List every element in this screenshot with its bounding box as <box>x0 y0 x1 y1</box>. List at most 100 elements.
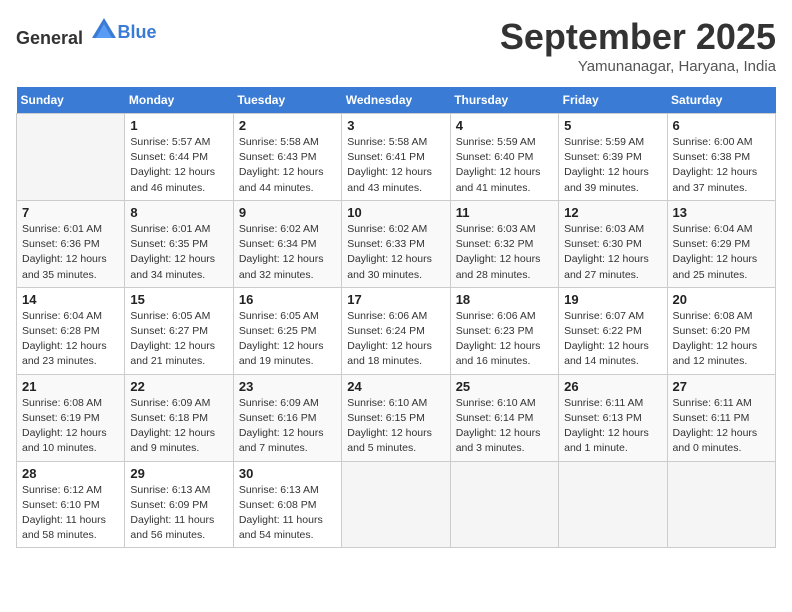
day-number: 23 <box>239 379 336 394</box>
day-number: 8 <box>130 205 227 220</box>
calendar-cell: 20Sunrise: 6:08 AM Sunset: 6:20 PM Dayli… <box>667 287 775 374</box>
day-info: Sunrise: 6:05 AM Sunset: 6:25 PM Dayligh… <box>239 309 336 370</box>
calendar-cell: 8 Sunrise: 6:01 AM Sunset: 6:35 PM Daylig… <box>125 200 233 287</box>
day-number: 2 <box>239 118 336 133</box>
day-info: Sunrise: 5:57 AM Sunset: 6:44 PM Dayligh… <box>130 135 227 196</box>
day-number: 22 <box>130 379 227 394</box>
day-info: Sunrise: 6:12 AM Sunset: 6:10 PM Dayligh… <box>22 483 119 544</box>
calendar-cell <box>17 114 125 201</box>
day-info: Sunrise: 6:01 AM Sunset: 6:36 PM Dayligh… <box>22 222 119 283</box>
calendar-cell: 24 Sunrise: 6:10 AM Sunset: 6:15 PM Dayli… <box>342 374 450 461</box>
calendar-cell: 22 Sunrise: 6:09 AM Sunset: 6:18 PM Dayli… <box>125 374 233 461</box>
calendar-cell: 21 Sunrise: 6:08 AM Sunset: 6:19 PM Dayli… <box>17 374 125 461</box>
calendar-week-row: 14 Sunrise: 6:04 AM Sunset: 6:28 PM Dayli… <box>17 287 776 374</box>
calendar-cell: 1Sunrise: 5:57 AM Sunset: 6:44 PM Daylig… <box>125 114 233 201</box>
day-number: 24 <box>347 379 444 394</box>
day-info: Sunrise: 6:09 AM Sunset: 6:18 PM Dayligh… <box>130 396 227 457</box>
day-number: 26 <box>564 379 661 394</box>
day-number: 11 <box>456 205 553 220</box>
logo-general: General <box>16 28 83 48</box>
day-info: Sunrise: 6:03 AM Sunset: 6:32 PM Dayligh… <box>456 222 553 283</box>
calendar-cell: 30Sunrise: 6:13 AM Sunset: 6:08 PM Dayli… <box>233 461 341 548</box>
day-info: Sunrise: 6:11 AM Sunset: 6:13 PM Dayligh… <box>564 396 661 457</box>
calendar-day-header: Sunday <box>17 87 125 114</box>
day-number: 17 <box>347 292 444 307</box>
day-info: Sunrise: 6:10 AM Sunset: 6:14 PM Dayligh… <box>456 396 553 457</box>
calendar-cell: 23 Sunrise: 6:09 AM Sunset: 6:16 PM Dayli… <box>233 374 341 461</box>
day-info: Sunrise: 6:04 AM Sunset: 6:29 PM Dayligh… <box>673 222 770 283</box>
location: Yamunanagar, Haryana, India <box>500 58 776 75</box>
calendar-day-header: Tuesday <box>233 87 341 114</box>
calendar-day-header: Thursday <box>450 87 558 114</box>
calendar-cell <box>450 461 558 548</box>
day-number: 7 <box>22 205 119 220</box>
calendar-cell: 28 Sunrise: 6:12 AM Sunset: 6:10 PM Dayli… <box>17 461 125 548</box>
day-number: 25 <box>456 379 553 394</box>
calendar-day-header: Wednesday <box>342 87 450 114</box>
calendar-cell: 13 Sunrise: 6:04 AM Sunset: 6:29 PM Dayli… <box>667 200 775 287</box>
calendar-cell: 3 Sunrise: 5:58 AM Sunset: 6:41 PM Daylig… <box>342 114 450 201</box>
day-number: 21 <box>22 379 119 394</box>
day-info: Sunrise: 6:00 AM Sunset: 6:38 PM Dayligh… <box>673 135 770 196</box>
day-info: Sunrise: 5:59 AM Sunset: 6:40 PM Dayligh… <box>456 135 553 196</box>
day-info: Sunrise: 6:06 AM Sunset: 6:24 PM Dayligh… <box>347 309 444 370</box>
day-number: 13 <box>673 205 770 220</box>
day-number: 30 <box>239 466 336 481</box>
day-number: 5 <box>564 118 661 133</box>
day-number: 15 <box>130 292 227 307</box>
day-info: Sunrise: 6:10 AM Sunset: 6:15 PM Dayligh… <box>347 396 444 457</box>
calendar-day-header: Friday <box>559 87 667 114</box>
day-info: Sunrise: 6:08 AM Sunset: 6:20 PM Dayligh… <box>673 309 770 370</box>
calendar-cell: 12 Sunrise: 6:03 AM Sunset: 6:30 PM Dayli… <box>559 200 667 287</box>
calendar-cell: 14 Sunrise: 6:04 AM Sunset: 6:28 PM Dayli… <box>17 287 125 374</box>
calendar-cell: 26 Sunrise: 6:11 AM Sunset: 6:13 PM Dayli… <box>559 374 667 461</box>
calendar-week-row: 7 Sunrise: 6:01 AM Sunset: 6:36 PM Daylig… <box>17 200 776 287</box>
day-info: Sunrise: 6:07 AM Sunset: 6:22 PM Dayligh… <box>564 309 661 370</box>
logo-icon <box>90 16 118 44</box>
day-number: 10 <box>347 205 444 220</box>
calendar-cell: 6 Sunrise: 6:00 AM Sunset: 6:38 PM Daylig… <box>667 114 775 201</box>
calendar-week-row: 28 Sunrise: 6:12 AM Sunset: 6:10 PM Dayli… <box>17 461 776 548</box>
calendar-cell: 17 Sunrise: 6:06 AM Sunset: 6:24 PM Dayli… <box>342 287 450 374</box>
day-info: Sunrise: 6:13 AM Sunset: 6:09 PM Dayligh… <box>130 483 227 544</box>
day-info: Sunrise: 5:58 AM Sunset: 6:43 PM Dayligh… <box>239 135 336 196</box>
day-number: 28 <box>22 466 119 481</box>
calendar-week-row: 1Sunrise: 5:57 AM Sunset: 6:44 PM Daylig… <box>17 114 776 201</box>
day-info: Sunrise: 5:59 AM Sunset: 6:39 PM Dayligh… <box>564 135 661 196</box>
day-number: 14 <box>22 292 119 307</box>
day-number: 9 <box>239 205 336 220</box>
logo-blue: Blue <box>118 22 157 43</box>
calendar-table: SundayMondayTuesdayWednesdayThursdayFrid… <box>16 87 776 548</box>
calendar-cell: 18 Sunrise: 6:06 AM Sunset: 6:23 PM Dayli… <box>450 287 558 374</box>
calendar-header-row: SundayMondayTuesdayWednesdayThursdayFrid… <box>17 87 776 114</box>
calendar-day-header: Monday <box>125 87 233 114</box>
calendar-cell: 4Sunrise: 5:59 AM Sunset: 6:40 PM Daylig… <box>450 114 558 201</box>
day-info: Sunrise: 6:09 AM Sunset: 6:16 PM Dayligh… <box>239 396 336 457</box>
calendar-day-header: Saturday <box>667 87 775 114</box>
month-title: September 2025 <box>500 16 776 58</box>
calendar-cell: 25 Sunrise: 6:10 AM Sunset: 6:14 PM Dayli… <box>450 374 558 461</box>
day-number: 6 <box>673 118 770 133</box>
day-info: Sunrise: 6:08 AM Sunset: 6:19 PM Dayligh… <box>22 396 119 457</box>
day-info: Sunrise: 6:03 AM Sunset: 6:30 PM Dayligh… <box>564 222 661 283</box>
calendar-cell: 19 Sunrise: 6:07 AM Sunset: 6:22 PM Dayli… <box>559 287 667 374</box>
day-info: Sunrise: 6:11 AM Sunset: 6:11 PM Dayligh… <box>673 396 770 457</box>
day-number: 12 <box>564 205 661 220</box>
calendar-cell <box>667 461 775 548</box>
day-number: 27 <box>673 379 770 394</box>
day-info: Sunrise: 6:02 AM Sunset: 6:34 PM Dayligh… <box>239 222 336 283</box>
calendar-cell: 11 Sunrise: 6:03 AM Sunset: 6:32 PM Dayli… <box>450 200 558 287</box>
day-info: Sunrise: 6:06 AM Sunset: 6:23 PM Dayligh… <box>456 309 553 370</box>
calendar-cell: 29 Sunrise: 6:13 AM Sunset: 6:09 PM Dayli… <box>125 461 233 548</box>
day-info: Sunrise: 6:04 AM Sunset: 6:28 PM Dayligh… <box>22 309 119 370</box>
day-number: 18 <box>456 292 553 307</box>
day-number: 3 <box>347 118 444 133</box>
day-info: Sunrise: 6:05 AM Sunset: 6:27 PM Dayligh… <box>130 309 227 370</box>
day-info: Sunrise: 5:58 AM Sunset: 6:41 PM Dayligh… <box>347 135 444 196</box>
calendar-cell: 2 Sunrise: 5:58 AM Sunset: 6:43 PM Daylig… <box>233 114 341 201</box>
day-number: 19 <box>564 292 661 307</box>
calendar-week-row: 21 Sunrise: 6:08 AM Sunset: 6:19 PM Dayli… <box>17 374 776 461</box>
day-info: Sunrise: 6:01 AM Sunset: 6:35 PM Dayligh… <box>130 222 227 283</box>
day-number: 29 <box>130 466 227 481</box>
calendar-cell <box>342 461 450 548</box>
